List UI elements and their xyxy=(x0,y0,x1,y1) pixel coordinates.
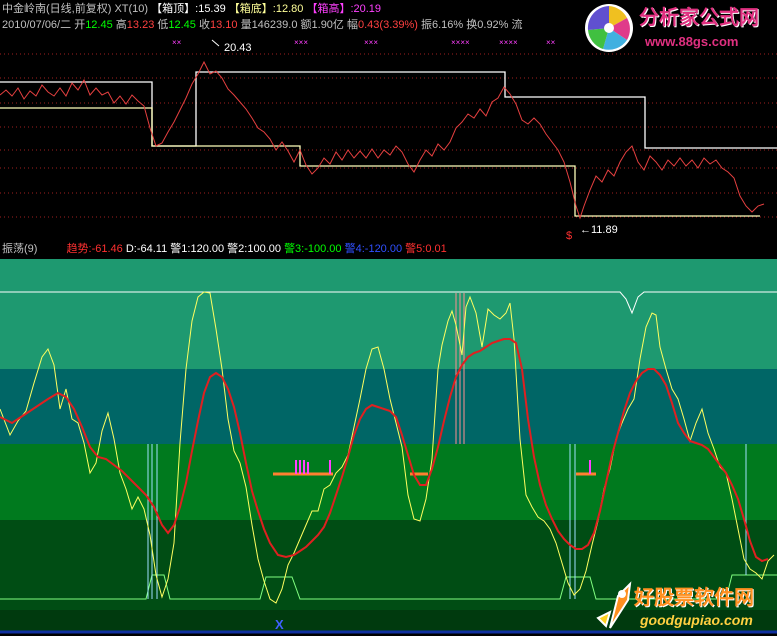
high-value: 13.23 xyxy=(126,19,155,31)
low-price-annotation: ←11.89 xyxy=(580,224,618,236)
amount-label: 额 xyxy=(300,19,312,31)
signal-mark: $ xyxy=(566,230,572,240)
box-bottom-label: 【箱底】 xyxy=(228,3,273,15)
band-warn1 xyxy=(0,259,777,369)
cross-mark: ×××× xyxy=(451,38,470,47)
cross-mark: ××× xyxy=(364,38,378,47)
box-high-label: 【箱高】 xyxy=(306,3,351,15)
d-value: -64.11 xyxy=(136,243,168,255)
cross-mark: ×× xyxy=(172,38,182,47)
high-label: 高 xyxy=(115,19,127,31)
oscillator-panel[interactable]: 振荡(9) 趋势:-61.46 D:-64.11 警1:120.00 警2:10… xyxy=(0,241,777,636)
top-site-logo: 分析家公式网 www.88gs.com xyxy=(583,0,777,58)
warn2-line: 警2:100.00 xyxy=(227,243,281,255)
box-top-line xyxy=(0,71,777,149)
top-site-name: 分析家公式网 xyxy=(639,7,759,29)
box-top-value: :15.39 xyxy=(195,3,226,15)
trend-value: -61.46 xyxy=(91,243,123,255)
stock-name: 中金岭南(日线,前复权) xyxy=(2,3,112,15)
top-site-url: www.88gs.com xyxy=(645,34,739,49)
osc-header: 振荡(9) 趋势:-61.46 D:-64.11 警1:120.00 警2:10… xyxy=(2,243,447,256)
open-label: 开 xyxy=(74,19,86,31)
warn4-line: 警4:-120.00 xyxy=(344,243,403,255)
amplitude: 振6.16% xyxy=(421,19,464,31)
indicator-name: XT(10) xyxy=(114,3,149,15)
low-label: 低 xyxy=(157,19,169,31)
pinwheel-logo-icon xyxy=(585,4,633,52)
close-label: 收 xyxy=(198,19,210,31)
d-label: D: xyxy=(125,243,137,255)
high-price-annotation: 20.43 xyxy=(224,42,252,54)
volume-value: 146239.0 xyxy=(251,19,298,31)
open-value: 12.45 xyxy=(85,19,113,31)
osc-name: 振荡(9) xyxy=(2,243,38,255)
cross-mark: ×× xyxy=(546,38,556,47)
box-bottom-value: :12.80 xyxy=(272,3,304,15)
bar-date: 2010/07/06/二 xyxy=(2,19,72,31)
turnover: 换0.92% xyxy=(466,19,509,31)
box-top-label: 【箱顶】 xyxy=(151,3,196,15)
warn3-line: 警3:-100.00 xyxy=(284,243,342,255)
box-bottom-line xyxy=(0,107,760,217)
warn1-line: 警1:120.00 xyxy=(170,243,225,255)
price-header-row1: 中金岭南(日线,前复权) XT(10) 【箱顶】:15.39 【箱底】:12.8… xyxy=(2,3,381,16)
change-label: 幅 xyxy=(347,19,358,31)
change-value: 0.43(3.39%) xyxy=(358,19,418,31)
box-high-value: :20.19 xyxy=(350,3,382,15)
price-line xyxy=(0,60,765,220)
cross-mark: ×××× xyxy=(499,38,518,47)
close-value: 13.10 xyxy=(209,19,238,31)
rocket-logo-icon xyxy=(596,581,632,629)
float-shares: 流 xyxy=(511,19,523,31)
price-grid xyxy=(0,53,777,218)
bottom-site-url: goodgupiao.com xyxy=(640,612,753,628)
bottom-cross-marker: X xyxy=(275,617,284,632)
warn5-line: 警5:0.01 xyxy=(405,243,447,255)
band-warn2 xyxy=(0,369,777,444)
bottom-site-name: 好股票软件网 xyxy=(634,587,754,609)
low-value: 12.45 xyxy=(168,19,196,31)
bottom-site-logo: 好股票软件网 goodgupiao.com xyxy=(590,576,777,636)
trend-label: 趋势: xyxy=(66,243,92,255)
amount-value: 1.90亿 xyxy=(311,19,344,31)
price-header-row2: 2010/07/06/二 开12.45 高13.23 低12.45 收13.10… xyxy=(2,19,523,32)
high-pointer xyxy=(211,39,220,47)
cross-mark: ××× xyxy=(294,38,308,47)
price-chart-panel[interactable]: 20.43 ←11.89 $ ×× ××× ××× ×××× ×××× ×× 中… xyxy=(0,0,777,240)
volume-label: 量 xyxy=(240,19,252,31)
